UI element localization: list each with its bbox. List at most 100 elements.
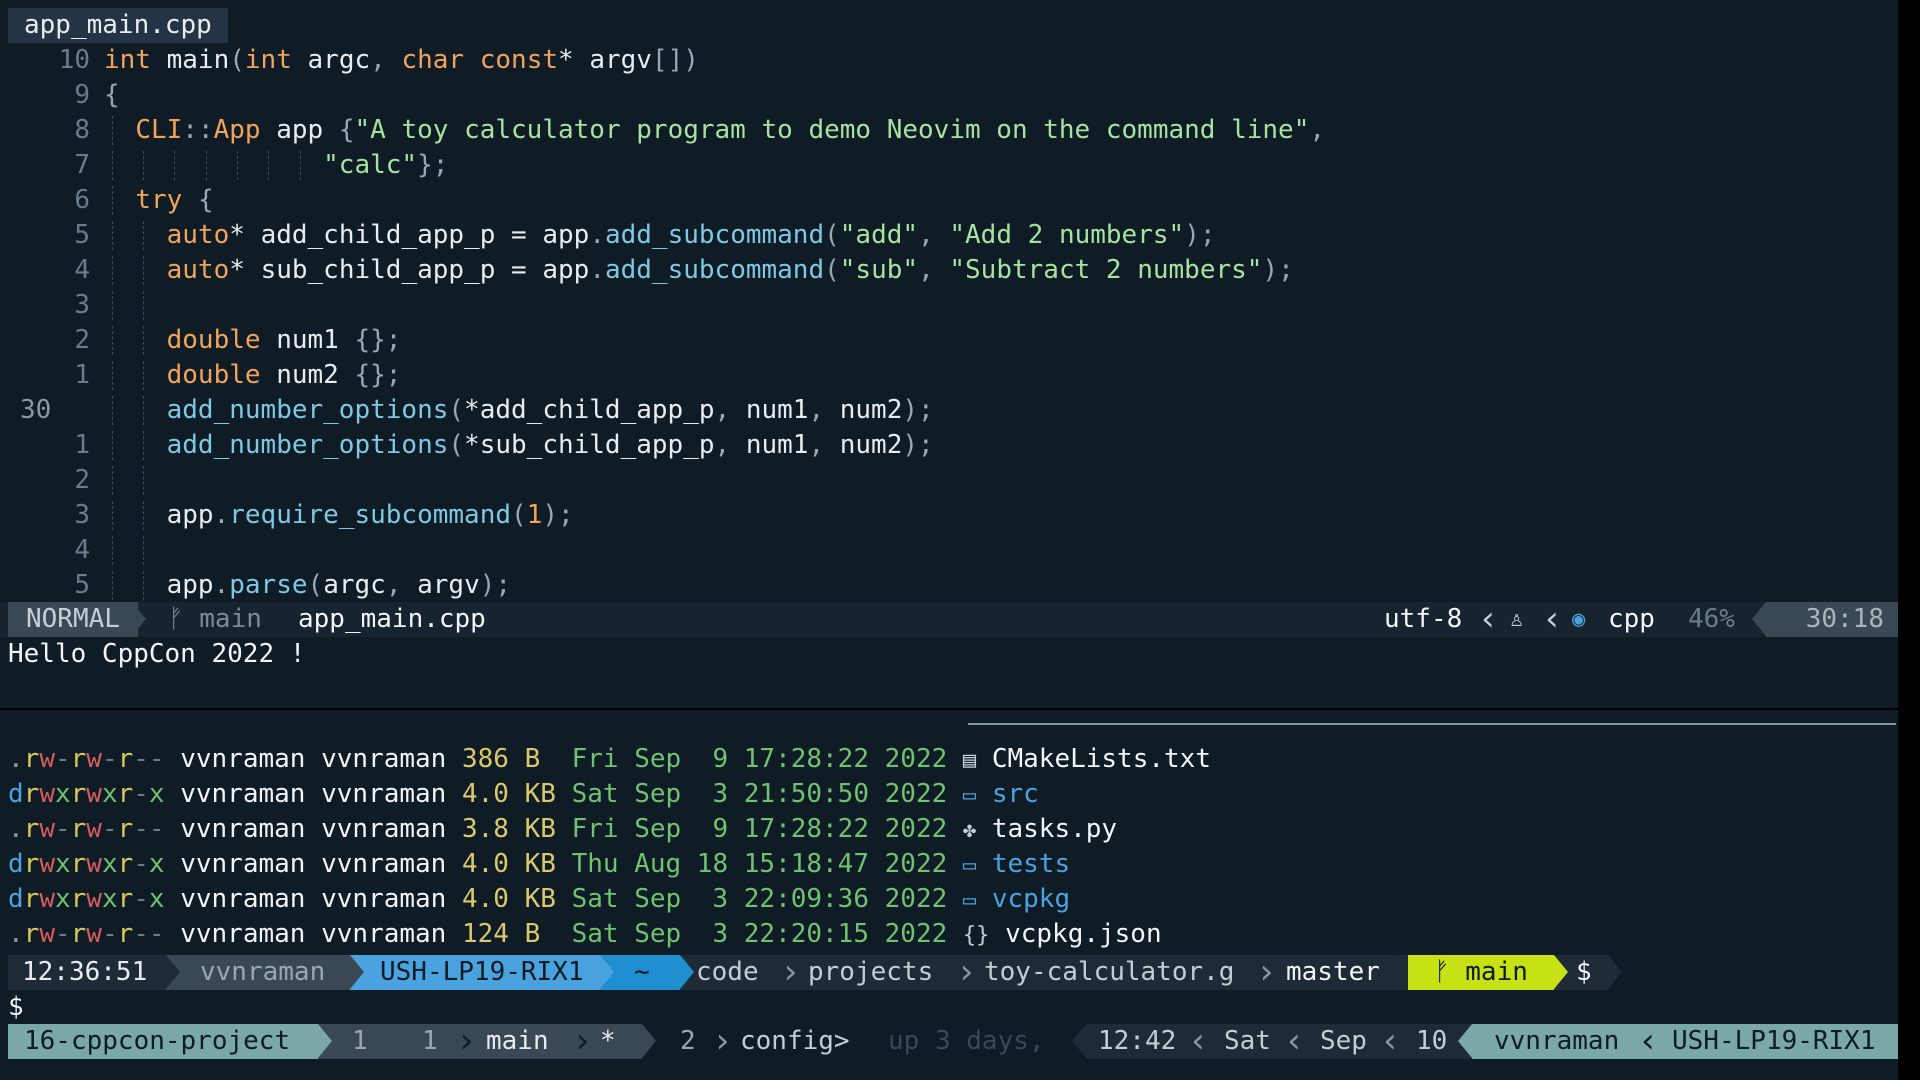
code-text: { xyxy=(104,80,120,110)
line-number: 8 xyxy=(74,115,90,145)
file-group: vvnraman xyxy=(305,884,447,914)
prompt-arrow xyxy=(1554,955,1568,989)
file-date: Fri Sep 9 17:28:22 2022 xyxy=(555,744,948,774)
prompt-user: vvnraman xyxy=(166,955,350,990)
code-line[interactable]: 1 add_number_options(*sub_child_app_p, n… xyxy=(0,428,1898,463)
folder-icon: ▭ xyxy=(962,888,977,913)
code-text: CLI::App app {"A toy calculator program … xyxy=(135,115,1326,145)
file-name[interactable]: tests xyxy=(992,849,1070,879)
tmux-arrow xyxy=(318,1024,332,1058)
code-text: auto* add_child_app_p = app.add_subcomma… xyxy=(166,220,1216,250)
code-line[interactable]: 6 try { xyxy=(0,183,1898,218)
list-item: .rw-rw-r-- vvnraman vvnraman 386 B Fri S… xyxy=(8,742,1211,777)
tmux-clock: 12:42 xyxy=(1098,1026,1177,1056)
indent-guide xyxy=(111,466,113,495)
line-number: 4 xyxy=(74,255,90,285)
git-branch-label: main xyxy=(199,604,262,634)
code-line[interactable]: 4 auto* sub_child_app_p = app.add_subcom… xyxy=(0,253,1898,288)
tmux-chevron-icon: › xyxy=(572,1021,593,1061)
file-date: Sat Sep 3 21:50:50 2022 xyxy=(555,779,948,809)
line-number: 3 xyxy=(74,500,90,530)
code-line[interactable]: 8 CLI::App app {"A toy calculator progra… xyxy=(0,113,1898,148)
git-branch-status: ᚠ main xyxy=(168,602,262,637)
file-name[interactable]: tasks.py xyxy=(992,814,1117,844)
file-group: vvnraman xyxy=(305,814,447,844)
line-number: 10 xyxy=(58,45,90,75)
file-owner: vvnraman xyxy=(164,814,306,844)
file-owner: vvnraman xyxy=(164,884,306,914)
code-line[interactable]: 7 "calc"}; xyxy=(0,148,1898,183)
file-name[interactable]: vcpkg.json xyxy=(1005,919,1162,949)
file-date: Sat Sep 3 22:20:15 2022 xyxy=(555,919,948,949)
code-line[interactable]: 3 xyxy=(0,288,1898,323)
file-icon: ✤ xyxy=(962,818,977,843)
code-text: add_number_options(*sub_child_app_p, num… xyxy=(166,430,934,460)
line-number: 1 xyxy=(74,430,90,460)
path-chevron-icon: › xyxy=(956,952,977,992)
code-line[interactable]: 5 app.parse(argc, argv); xyxy=(0,568,1898,603)
code-line[interactable]: 5 auto* add_child_app_p = app.add_subcom… xyxy=(0,218,1898,253)
cpp-filetype-icon: ◉ xyxy=(1572,607,1586,632)
tmux-window-name[interactable]: main xyxy=(486,1024,549,1059)
tmux-session-name: 16-cppcon-project xyxy=(8,1024,318,1059)
active-pane-border xyxy=(968,723,1896,725)
code-line[interactable]: 10 int main(int argc, char const* argv[]) xyxy=(0,43,1898,78)
code-text: app.require_subcommand(1); xyxy=(166,500,574,530)
code-line[interactable]: 30 add_number_options(*add_child_app_p, … xyxy=(0,393,1898,428)
tmux-chevron-left-icon: ‹ xyxy=(1284,1021,1305,1061)
code-line[interactable]: 2 xyxy=(0,463,1898,498)
tabline: app_main.cpp xyxy=(0,8,1898,43)
file-name[interactable]: vcpkg xyxy=(992,884,1070,914)
file-name[interactable]: CMakeLists.txt xyxy=(992,744,1211,774)
prompt-time: 12:36:51 xyxy=(8,955,166,990)
tmux-arrow xyxy=(392,1024,406,1058)
path-projects: projects xyxy=(808,957,934,987)
tmux-chevron-left-icon: ‹ xyxy=(1188,1021,1209,1061)
tmux-month: Sep xyxy=(1320,1026,1367,1056)
line-number: 2 xyxy=(74,325,90,355)
line-number: 2 xyxy=(74,465,90,495)
folder-icon: ▭ xyxy=(962,853,977,878)
file-owner: vvnraman xyxy=(164,849,306,879)
code-line[interactable]: 9{ xyxy=(0,78,1898,113)
file-date: Sat Sep 3 22:09:36 2022 xyxy=(555,884,948,914)
code-line[interactable]: 2 double num1 {}; xyxy=(0,323,1898,358)
shell-input-line[interactable]: $ xyxy=(8,990,24,1025)
tmux-day: Sat xyxy=(1224,1026,1271,1056)
tmux-window2-name[interactable]: config> xyxy=(740,1024,850,1059)
path-chevron-icon: › xyxy=(780,952,801,992)
indent-guide xyxy=(143,466,145,495)
tmux-date: 10 xyxy=(1416,1026,1448,1056)
file-permissions: drwxrwxr-x xyxy=(8,849,165,879)
file-owner: vvnraman xyxy=(164,779,306,809)
file-name[interactable]: src xyxy=(992,779,1039,809)
file-permissions: drwxrwxr-x xyxy=(8,884,165,914)
tmux-chevron-left-icon: ‹ xyxy=(1638,1021,1659,1061)
path-code: code xyxy=(696,957,759,987)
code-line[interactable]: 3 app.require_subcommand(1); xyxy=(0,498,1898,533)
path-chevron-icon: › xyxy=(1256,952,1277,992)
file-size: 4.0 KB xyxy=(446,849,556,879)
tmux-arrow xyxy=(1072,1024,1086,1058)
prompt-arrow xyxy=(1608,955,1622,989)
code-text: auto* sub_child_app_p = app.add_subcomma… xyxy=(166,255,1294,285)
code-line[interactable]: 1 double num2 {}; xyxy=(0,358,1898,393)
line-number: 9 xyxy=(74,80,90,110)
indent-guide xyxy=(111,291,113,320)
code-text: double num2 {}; xyxy=(166,360,402,390)
tmux-chevron-icon: › xyxy=(712,1021,733,1061)
indent-guide xyxy=(143,291,145,320)
tmux-window2-index[interactable]: 2 xyxy=(680,1024,696,1059)
tmux-uptime: up 3 days, xyxy=(888,1026,1045,1056)
prompt-arrow xyxy=(1394,955,1408,989)
file-permissions: .rw-rw-r-- xyxy=(8,919,165,949)
file-group: vvnraman xyxy=(305,779,447,809)
code-text: double num1 {}; xyxy=(166,325,402,355)
git-branch-icon: ᚠ xyxy=(168,604,184,634)
prompt-arrow xyxy=(166,955,180,989)
tmux-chevron-icon: › xyxy=(456,1021,477,1061)
code-line[interactable]: 4 xyxy=(0,533,1898,568)
git-branch-name: main xyxy=(1465,957,1528,987)
cursor-position: 30:18 xyxy=(1766,602,1898,637)
tab-app-main[interactable]: app_main.cpp xyxy=(8,8,228,43)
